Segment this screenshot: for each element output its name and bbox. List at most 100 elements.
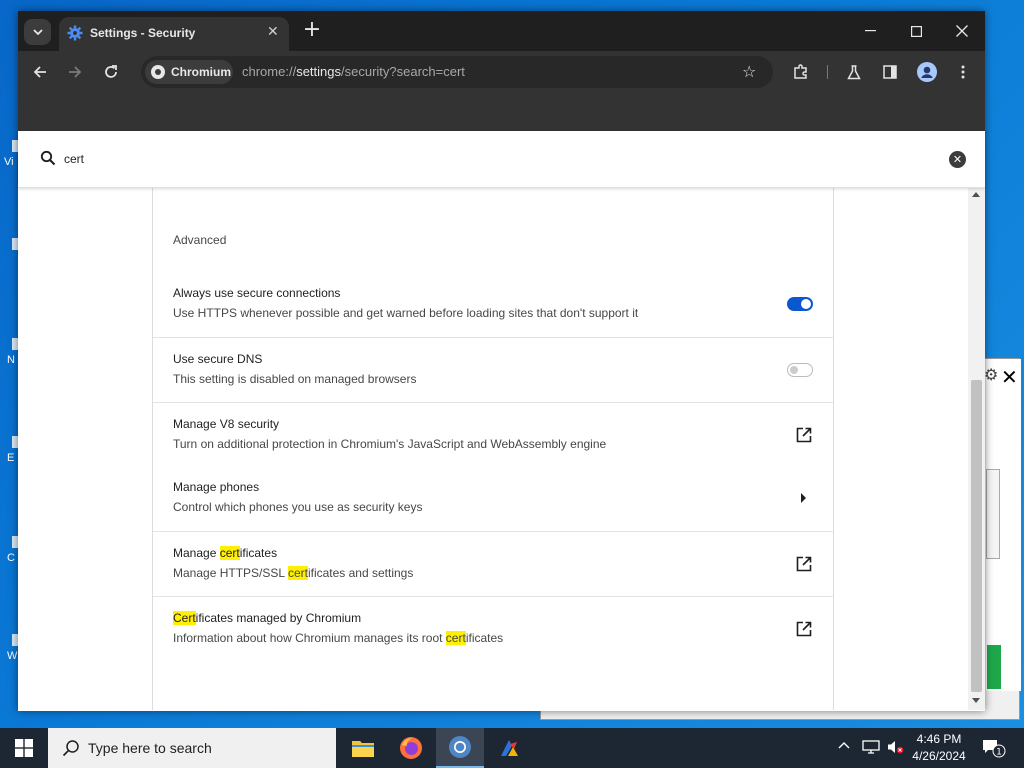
back-button[interactable] bbox=[27, 60, 53, 84]
address-bar[interactable]: Chromium chrome://settings/security?sear… bbox=[141, 56, 773, 88]
tab-title: Settings - Security bbox=[90, 26, 196, 40]
desktop-icon[interactable] bbox=[0, 238, 18, 266]
search-highlight: cert bbox=[287, 566, 308, 580]
maximize-button[interactable] bbox=[893, 11, 939, 51]
desktop-icon[interactable]: C bbox=[0, 536, 18, 564]
notification-icon: 1 bbox=[983, 740, 1006, 758]
external-link-icon[interactable] bbox=[796, 427, 812, 443]
notification-center-button[interactable]: 1 bbox=[982, 738, 1006, 762]
labs-button[interactable] bbox=[841, 60, 867, 84]
setting-row-secure-connections[interactable]: Always use secure connections Use HTTPS … bbox=[153, 272, 833, 337]
bookmark-star-icon[interactable]: ☆ bbox=[742, 62, 756, 81]
external-link-icon[interactable] bbox=[796, 556, 812, 572]
gear-icon[interactable]: ⚙ bbox=[984, 365, 998, 384]
settings-content: Advanced Always use secure connections U… bbox=[18, 188, 968, 710]
new-tab-button[interactable]: + bbox=[300, 19, 324, 43]
dialog-listbox[interactable] bbox=[986, 469, 1000, 559]
section-title-advanced: Advanced bbox=[173, 233, 227, 247]
kebab-menu-icon bbox=[961, 65, 965, 79]
maximize-icon bbox=[910, 25, 922, 37]
profile-button[interactable] bbox=[914, 60, 940, 84]
chromium-icon bbox=[449, 736, 471, 758]
setting-row-manage-phones[interactable]: Manage phones Control which phones you u… bbox=[153, 466, 833, 531]
setting-row-certificates-managed[interactable]: Certificates managed by Chromium Informa… bbox=[153, 596, 833, 661]
menu-button[interactable] bbox=[950, 60, 976, 84]
tab-close-icon[interactable]: ✕ bbox=[267, 24, 279, 40]
setting-title: Manage phones bbox=[173, 480, 260, 494]
taskbar-clock[interactable]: 4:46 PM 4/26/2024 bbox=[904, 731, 974, 765]
taskbar: Type here to search 4:46 PM 4/26/2024 1 bbox=[0, 728, 1024, 768]
close-icon bbox=[956, 25, 968, 37]
scroll-down-arrow-icon[interactable] bbox=[972, 698, 980, 703]
external-link-icon[interactable] bbox=[796, 621, 812, 637]
settings-gear-icon bbox=[67, 25, 83, 41]
secure-dns-toggle[interactable] bbox=[787, 363, 813, 377]
puzzle-icon bbox=[794, 64, 807, 79]
desktop-icon[interactable]: N bbox=[0, 338, 18, 366]
svg-text:1: 1 bbox=[996, 748, 1002, 758]
start-button[interactable] bbox=[0, 728, 48, 768]
clock-date: 4/26/2024 bbox=[912, 749, 966, 763]
chromium-logo-icon bbox=[151, 65, 165, 79]
search-input[interactable]: cert bbox=[64, 152, 84, 166]
windows-logo-icon bbox=[15, 739, 33, 757]
search-icon bbox=[62, 740, 79, 757]
setting-description: This setting is disabled on managed brow… bbox=[173, 372, 417, 386]
extensions-button[interactable] bbox=[788, 60, 814, 84]
setting-description: Use HTTPS whenever possible and get warn… bbox=[173, 306, 639, 320]
volume-muted-icon[interactable] bbox=[886, 739, 904, 759]
dialog-green-button[interactable] bbox=[987, 645, 1001, 689]
settings-header bbox=[18, 93, 985, 131]
network-icon[interactable] bbox=[862, 739, 880, 759]
reload-button[interactable] bbox=[98, 60, 124, 84]
forward-button[interactable] bbox=[62, 60, 88, 84]
taskbar-search-placeholder: Type here to search bbox=[88, 740, 212, 756]
close-icon[interactable]: ✕ bbox=[1001, 365, 1018, 389]
scroll-up-arrow-icon[interactable] bbox=[972, 192, 980, 197]
side-panel-button[interactable] bbox=[877, 60, 903, 84]
setting-description: Manage HTTPS/SSL certificates and settin… bbox=[173, 566, 414, 580]
arrow-right-icon[interactable] bbox=[801, 493, 806, 503]
setting-row-manage-certificates[interactable]: Manage certificates Manage HTTPS/SSL cer… bbox=[153, 531, 833, 596]
setting-row-v8-security[interactable]: Manage V8 security Turn on additional pr… bbox=[153, 402, 833, 467]
taskbar-search-box[interactable]: Type here to search bbox=[48, 728, 336, 768]
app-logo-icon bbox=[501, 740, 518, 756]
browser-toolbar: Chromium chrome://settings/security?sear… bbox=[18, 51, 985, 93]
setting-title: Use secure DNS bbox=[173, 352, 263, 366]
taskbar-app-pinned[interactable] bbox=[485, 728, 533, 768]
folder-icon bbox=[352, 741, 374, 757]
scrollbar-thumb[interactable] bbox=[971, 380, 982, 692]
desktop-icon[interactable]: E bbox=[0, 436, 18, 464]
tab-strip: Settings - Security ✕ + bbox=[18, 11, 985, 51]
minimize-icon bbox=[864, 30, 876, 32]
taskbar-firefox[interactable] bbox=[387, 728, 435, 768]
side-panel-icon bbox=[883, 65, 897, 79]
security-settings-card: Advanced Always use secure connections U… bbox=[152, 188, 834, 710]
url-text: chrome://settings/security?search=cert bbox=[242, 64, 465, 79]
site-info-chip[interactable]: Chromium bbox=[145, 60, 233, 84]
search-highlight: cert bbox=[219, 546, 240, 560]
minimize-button[interactable] bbox=[847, 11, 893, 51]
browser-window: Settings - Security ✕ + Chromium chrome:… bbox=[18, 11, 985, 711]
setting-row-secure-dns[interactable]: Use secure DNS This setting is disabled … bbox=[153, 337, 833, 402]
chevron-up-icon[interactable] bbox=[838, 738, 850, 753]
search-highlight: cert bbox=[445, 631, 466, 645]
tab-search-button[interactable] bbox=[24, 19, 51, 45]
page-scrollbar[interactable] bbox=[968, 188, 985, 710]
setting-description: Turn on additional protection in Chromiu… bbox=[173, 437, 607, 451]
taskbar-chromium[interactable] bbox=[436, 728, 484, 768]
desktop-icon[interactable]: Vi bbox=[0, 140, 18, 168]
setting-title: Always use secure connections bbox=[173, 286, 341, 300]
clear-search-button[interactable]: ✕ bbox=[949, 151, 966, 168]
chip-label: Chromium bbox=[171, 65, 231, 79]
close-window-button[interactable] bbox=[939, 11, 985, 51]
settings-search-bar[interactable]: cert ✕ bbox=[18, 131, 985, 188]
taskbar-file-explorer[interactable] bbox=[339, 728, 387, 768]
tab-settings-security[interactable]: Settings - Security ✕ bbox=[59, 17, 289, 51]
setting-description: Control which phones you use as security… bbox=[173, 500, 423, 514]
search-icon bbox=[40, 150, 56, 166]
arrow-right-icon bbox=[69, 66, 82, 78]
clock-time: 4:46 PM bbox=[916, 732, 962, 746]
secure-connections-toggle[interactable] bbox=[787, 297, 813, 311]
desktop-icon[interactable]: W bbox=[0, 634, 18, 662]
